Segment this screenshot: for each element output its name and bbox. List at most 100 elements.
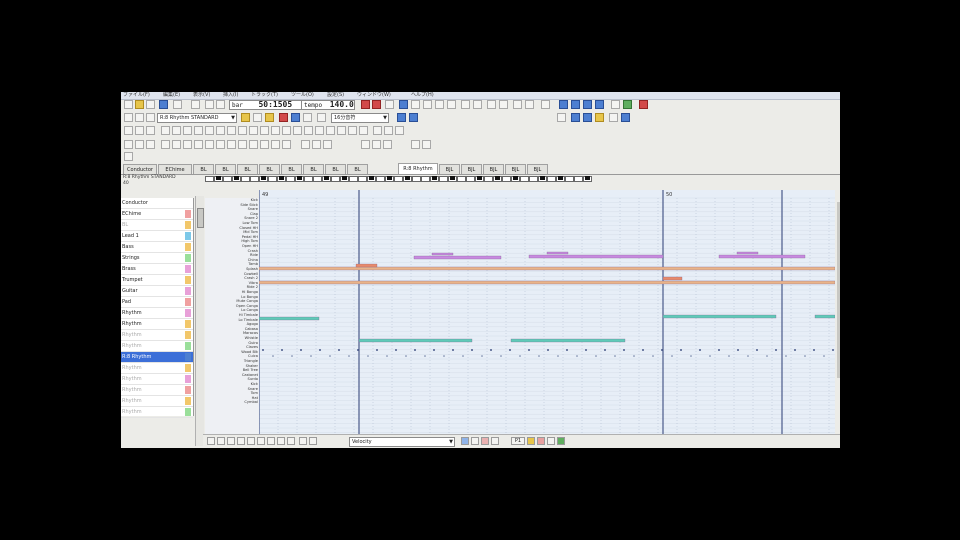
track-color-swatch[interactable] bbox=[185, 298, 191, 306]
black-key[interactable] bbox=[558, 176, 563, 180]
graph-view-icon[interactable] bbox=[299, 437, 307, 445]
edit-tool-10-icon[interactable] bbox=[227, 126, 236, 135]
key-cell[interactable] bbox=[331, 176, 340, 182]
key-cell[interactable] bbox=[376, 176, 385, 182]
black-key[interactable] bbox=[369, 176, 374, 180]
edit-tool-9-icon[interactable] bbox=[216, 126, 225, 135]
scrollbar-thumb[interactable] bbox=[197, 208, 204, 228]
track-color-swatch[interactable] bbox=[185, 287, 191, 295]
track-row[interactable]: Rhythm bbox=[121, 308, 193, 319]
edit-paste-icon[interactable] bbox=[312, 140, 321, 149]
zoom-out-icon[interactable] bbox=[525, 100, 534, 109]
edit-tool-22-icon[interactable] bbox=[359, 126, 368, 135]
tab-track-14[interactable]: BJL bbox=[483, 164, 504, 174]
track-color-swatch[interactable] bbox=[185, 408, 191, 416]
track-row[interactable]: Lead 1 bbox=[121, 231, 193, 242]
metronome-icon[interactable] bbox=[487, 100, 496, 109]
view-c-icon[interactable] bbox=[595, 113, 604, 122]
track-row[interactable]: Rhythm bbox=[121, 396, 193, 407]
tab-conductor[interactable]: Conductor bbox=[123, 164, 157, 174]
step-tool-icon[interactable] bbox=[237, 437, 245, 445]
select-tool-icon[interactable] bbox=[277, 437, 285, 445]
black-key[interactable] bbox=[387, 176, 392, 180]
track-color-swatch[interactable] bbox=[185, 364, 191, 372]
track-row[interactable]: Rhythm bbox=[121, 407, 193, 418]
edit-curve-icon[interactable] bbox=[183, 140, 192, 149]
tab-track-13[interactable]: BJL bbox=[461, 164, 482, 174]
piano-roll[interactable]: 49 50 bbox=[259, 190, 835, 436]
random-tool-icon[interactable] bbox=[267, 437, 275, 445]
tab-track-6[interactable]: BL bbox=[259, 164, 280, 174]
mute-icon[interactable] bbox=[146, 113, 155, 122]
monitor-icon[interactable] bbox=[611, 100, 620, 109]
record-icon[interactable] bbox=[361, 100, 370, 109]
edit-pc-icon[interactable] bbox=[282, 140, 291, 149]
track-color-swatch[interactable] bbox=[185, 254, 191, 262]
edit-copy-icon[interactable] bbox=[301, 140, 310, 149]
track-color-swatch[interactable] bbox=[185, 265, 191, 273]
edit-end-icon[interactable] bbox=[411, 140, 420, 149]
graph-down-icon[interactable] bbox=[491, 437, 499, 445]
cut-icon[interactable] bbox=[191, 100, 200, 109]
edit-tool-7-icon[interactable] bbox=[194, 126, 203, 135]
tab-track-16[interactable]: BJL bbox=[527, 164, 548, 174]
key-cell[interactable] bbox=[547, 176, 556, 182]
edit-tool-11-icon[interactable] bbox=[238, 126, 247, 135]
track-settings-icon[interactable] bbox=[124, 113, 133, 122]
black-key[interactable] bbox=[495, 176, 500, 180]
menu-tools[interactable]: ツール(O) bbox=[291, 92, 314, 99]
track-color-swatch[interactable] bbox=[185, 320, 191, 328]
key-cell[interactable] bbox=[574, 176, 583, 182]
view-a-icon[interactable] bbox=[571, 113, 580, 122]
open-folder-icon[interactable] bbox=[135, 100, 144, 109]
tab-echime[interactable]: EChime bbox=[158, 164, 192, 174]
track-color-swatch[interactable] bbox=[185, 221, 191, 229]
edit-vel-icon[interactable] bbox=[216, 140, 225, 149]
pause-icon[interactable] bbox=[447, 100, 456, 109]
key-cell[interactable] bbox=[250, 176, 259, 182]
count-in-icon[interactable] bbox=[499, 100, 508, 109]
marker-icon[interactable] bbox=[639, 100, 648, 109]
black-key[interactable] bbox=[540, 176, 545, 180]
track-color-swatch[interactable] bbox=[185, 397, 191, 405]
edit-tool-18-icon[interactable] bbox=[315, 126, 324, 135]
track-color-swatch[interactable] bbox=[185, 375, 191, 383]
event-list-icon[interactable] bbox=[557, 113, 566, 122]
undo-icon[interactable] bbox=[205, 100, 214, 109]
edit-x-icon[interactable] bbox=[135, 140, 144, 149]
key-cell[interactable] bbox=[304, 176, 313, 182]
menu-view[interactable]: 表示(V) bbox=[193, 92, 210, 99]
edit-tool-21-icon[interactable] bbox=[348, 126, 357, 135]
black-key[interactable] bbox=[324, 176, 329, 180]
edit-tr-icon[interactable] bbox=[249, 140, 258, 149]
key-cell[interactable] bbox=[313, 176, 322, 182]
key-cell[interactable] bbox=[412, 176, 421, 182]
rewind-icon[interactable] bbox=[385, 100, 394, 109]
track-row[interactable]: Brass bbox=[121, 264, 193, 275]
key-cell[interactable] bbox=[394, 176, 403, 182]
edit-tool-25-icon[interactable] bbox=[395, 126, 404, 135]
track-color-swatch[interactable] bbox=[185, 232, 191, 240]
dot-tool-icon[interactable] bbox=[227, 437, 235, 445]
tab-track-4[interactable]: BL bbox=[215, 164, 236, 174]
instrument-select[interactable]: R:8 Rhythm STANDARD ▼ bbox=[157, 113, 237, 123]
edit-note-icon[interactable] bbox=[205, 140, 214, 149]
track-row[interactable]: Rhythm bbox=[121, 330, 193, 341]
piano-icon[interactable] bbox=[135, 113, 144, 122]
key-cell[interactable] bbox=[358, 176, 367, 182]
zoom-fit-icon[interactable] bbox=[541, 100, 550, 109]
edit-filter-icon[interactable] bbox=[146, 140, 155, 149]
key-cell[interactable] bbox=[205, 176, 214, 182]
edit-q-icon[interactable] bbox=[238, 140, 247, 149]
track-row[interactable]: Conductor bbox=[121, 198, 193, 209]
tab-track-5[interactable]: BL bbox=[237, 164, 258, 174]
channel-icon[interactable] bbox=[241, 113, 250, 122]
program-icon[interactable] bbox=[253, 113, 262, 122]
snap-icon[interactable] bbox=[397, 113, 406, 122]
key-cell[interactable] bbox=[466, 176, 475, 182]
edit-mute-icon[interactable] bbox=[361, 140, 370, 149]
track-color-swatch[interactable] bbox=[185, 243, 191, 251]
track-row[interactable]: Rhythm bbox=[121, 319, 193, 330]
menu-track[interactable]: トラック(T) bbox=[251, 92, 278, 99]
black-key[interactable] bbox=[432, 176, 437, 180]
